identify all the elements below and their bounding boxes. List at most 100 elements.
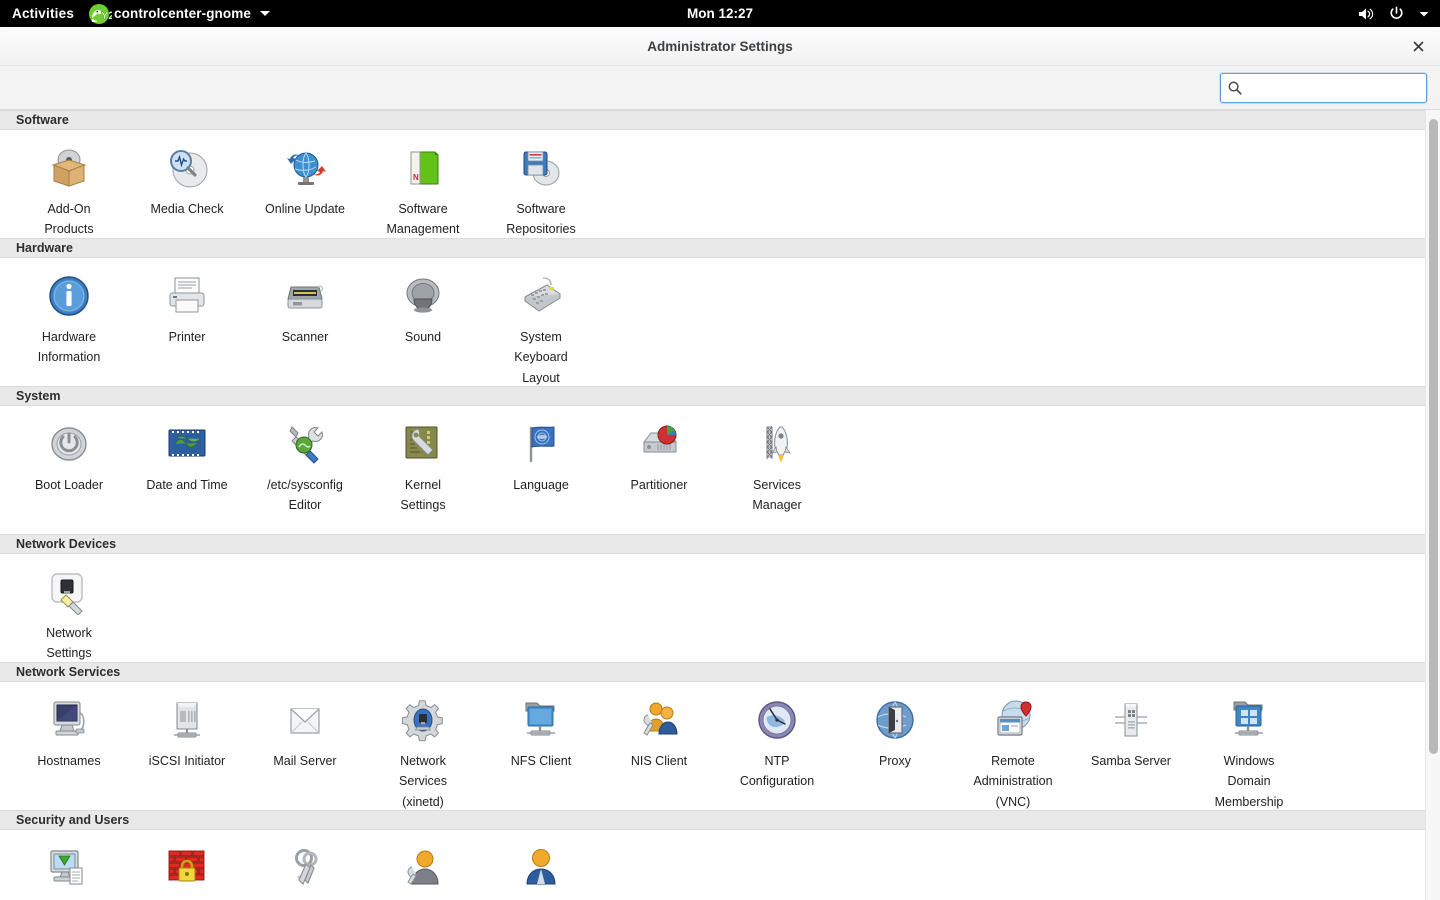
module-sudo[interactable] [364,838,482,899]
module-label: Network Settings [46,626,92,661]
module-sysconfig-editor[interactable]: /etc/sysconfig Editor [246,414,364,516]
module-remote-administration-vnc[interactable]: Remote Administration (VNC) [954,690,1072,812]
module-label: Boot Loader [34,478,104,492]
module-nfs-client[interactable]: NFS Client [482,690,600,771]
module-label: Language [513,478,569,492]
module-user-management[interactable] [482,838,600,899]
app-menu-button[interactable]: Y2 controlcenter-gnome [88,2,270,26]
module-autoyast[interactable] [10,838,128,899]
module-windows-domain-membership[interactable]: Windows Domain Membership [1190,690,1308,812]
group-body-security-and-users [0,830,1425,900]
autoyast-icon [45,844,93,892]
activities-button[interactable]: Activities [0,6,88,21]
system-status-area[interactable] [1357,5,1430,23]
hostnames-icon [45,696,93,744]
group-body-network-services: Hostnames iSCSI Initiator Mail Server Ne… [0,682,1425,810]
module-network-settings[interactable]: Network Settings [10,562,128,664]
administrator-settings-window: Administrator Settings Software Add-On P… [0,27,1440,900]
module-label: NIS Client [630,754,688,768]
module-software-management[interactable]: N Software Management [364,138,482,240]
module-firewall[interactable] [128,838,246,899]
module-label: Samba Server [1091,754,1171,768]
module-media-check[interactable]: Media Check [128,138,246,219]
module-label: Kernel Settings [400,478,446,513]
module-label: System Keyboard Layout [514,330,568,385]
network-services-xinetd-icon [399,696,447,744]
module-mail-server[interactable]: Mail Server [246,690,364,771]
module-network-services-xinetd[interactable]: Network Services (xinetd) [364,690,482,812]
boot-loader-icon [45,420,93,468]
page-title: Administrator Settings [647,38,793,54]
partitioner-icon [635,420,683,468]
module-proxy[interactable]: Proxy [836,690,954,771]
module-language[interactable]: Language [482,414,600,495]
module-ntp-configuration[interactable]: NTP Configuration [718,690,836,792]
samba-server-icon [1107,696,1155,744]
module-boot-loader[interactable]: Boot Loader [10,414,128,495]
module-nis-client[interactable]: NIS Client [600,690,718,771]
module-label: Hardware Information [37,330,101,365]
group-header-hardware: Hardware [0,238,1425,258]
module-label: iSCSI Initiator [148,754,226,768]
module-label: Online Update [265,202,345,216]
search-toolbar [0,66,1440,110]
module-label: Add-On Products [44,202,94,237]
close-icon[interactable] [1406,34,1430,58]
module-iscsi-initiator[interactable]: iSCSI Initiator [128,690,246,771]
mail-server-icon [281,696,329,744]
module-date-and-time[interactable]: Date and Time [128,414,246,495]
window-titlebar: Administrator Settings [0,27,1440,66]
module-label: Partitioner [630,478,688,492]
module-sound[interactable]: Sound [364,266,482,347]
module-printer[interactable]: Printer [128,266,246,347]
online-update-icon [281,144,329,192]
hardware-information-icon [45,272,93,320]
scanner-icon [281,272,329,320]
module-kernel-settings[interactable]: Kernel Settings [364,414,482,516]
module-label: Windows Domain Membership [1214,754,1284,809]
module-label: Date and Time [146,478,228,492]
security-center-icon [281,844,329,892]
module-partitioner[interactable]: Partitioner [600,414,718,495]
module-online-update[interactable]: Online Update [246,138,364,219]
proxy-icon [871,696,919,744]
keyboard-layout-icon [517,272,565,320]
yast-chameleon-icon: Y2 [88,2,115,26]
search-box[interactable] [1220,72,1427,103]
iscsi-initiator-icon [163,696,211,744]
addon-products-icon [45,144,93,192]
module-software-repositories[interactable]: Software Repositories [482,138,600,240]
gnome-top-bar: Mon 12:27 Activities Y2 controlcenter-gn… [0,0,1440,27]
module-label: Scanner [281,330,329,344]
volume-icon[interactable] [1357,5,1375,23]
nis-client-icon [635,696,683,744]
module-hardware-information[interactable]: Hardware Information [10,266,128,368]
module-label: Software Repositories [506,202,576,237]
chevron-down-icon [259,11,270,16]
module-label: NTP Configuration [739,754,815,789]
group-header-software: Software [0,110,1425,130]
group-header-system: System [0,386,1425,406]
network-settings-icon [45,568,93,616]
module-services-manager[interactable]: Services Manager [718,414,836,516]
module-samba-server[interactable]: Samba Server [1072,690,1190,771]
module-scanner[interactable]: Scanner [246,266,364,347]
search-icon [1227,80,1243,96]
scrollbar-thumb[interactable] [1429,119,1438,754]
ntp-configuration-icon [753,696,801,744]
search-input[interactable] [1247,74,1420,101]
module-keyboard-layout[interactable]: System Keyboard Layout [482,266,600,388]
module-label: Printer [168,330,206,344]
date-and-time-icon [163,420,211,468]
module-label: Network Services (xinetd) [399,754,447,809]
module-hostnames[interactable]: Hostnames [10,690,128,771]
module-security-center[interactable] [246,838,364,899]
firewall-icon [163,844,211,892]
chevron-down-icon[interactable] [1418,8,1430,20]
power-icon[interactable] [1388,5,1405,22]
remote-administration-vnc-icon [989,696,1037,744]
user-management-icon [517,844,565,892]
module-addon-products[interactable]: Add-On Products [10,138,128,240]
sound-icon [399,272,447,320]
vertical-scrollbar[interactable] [1425,110,1440,900]
